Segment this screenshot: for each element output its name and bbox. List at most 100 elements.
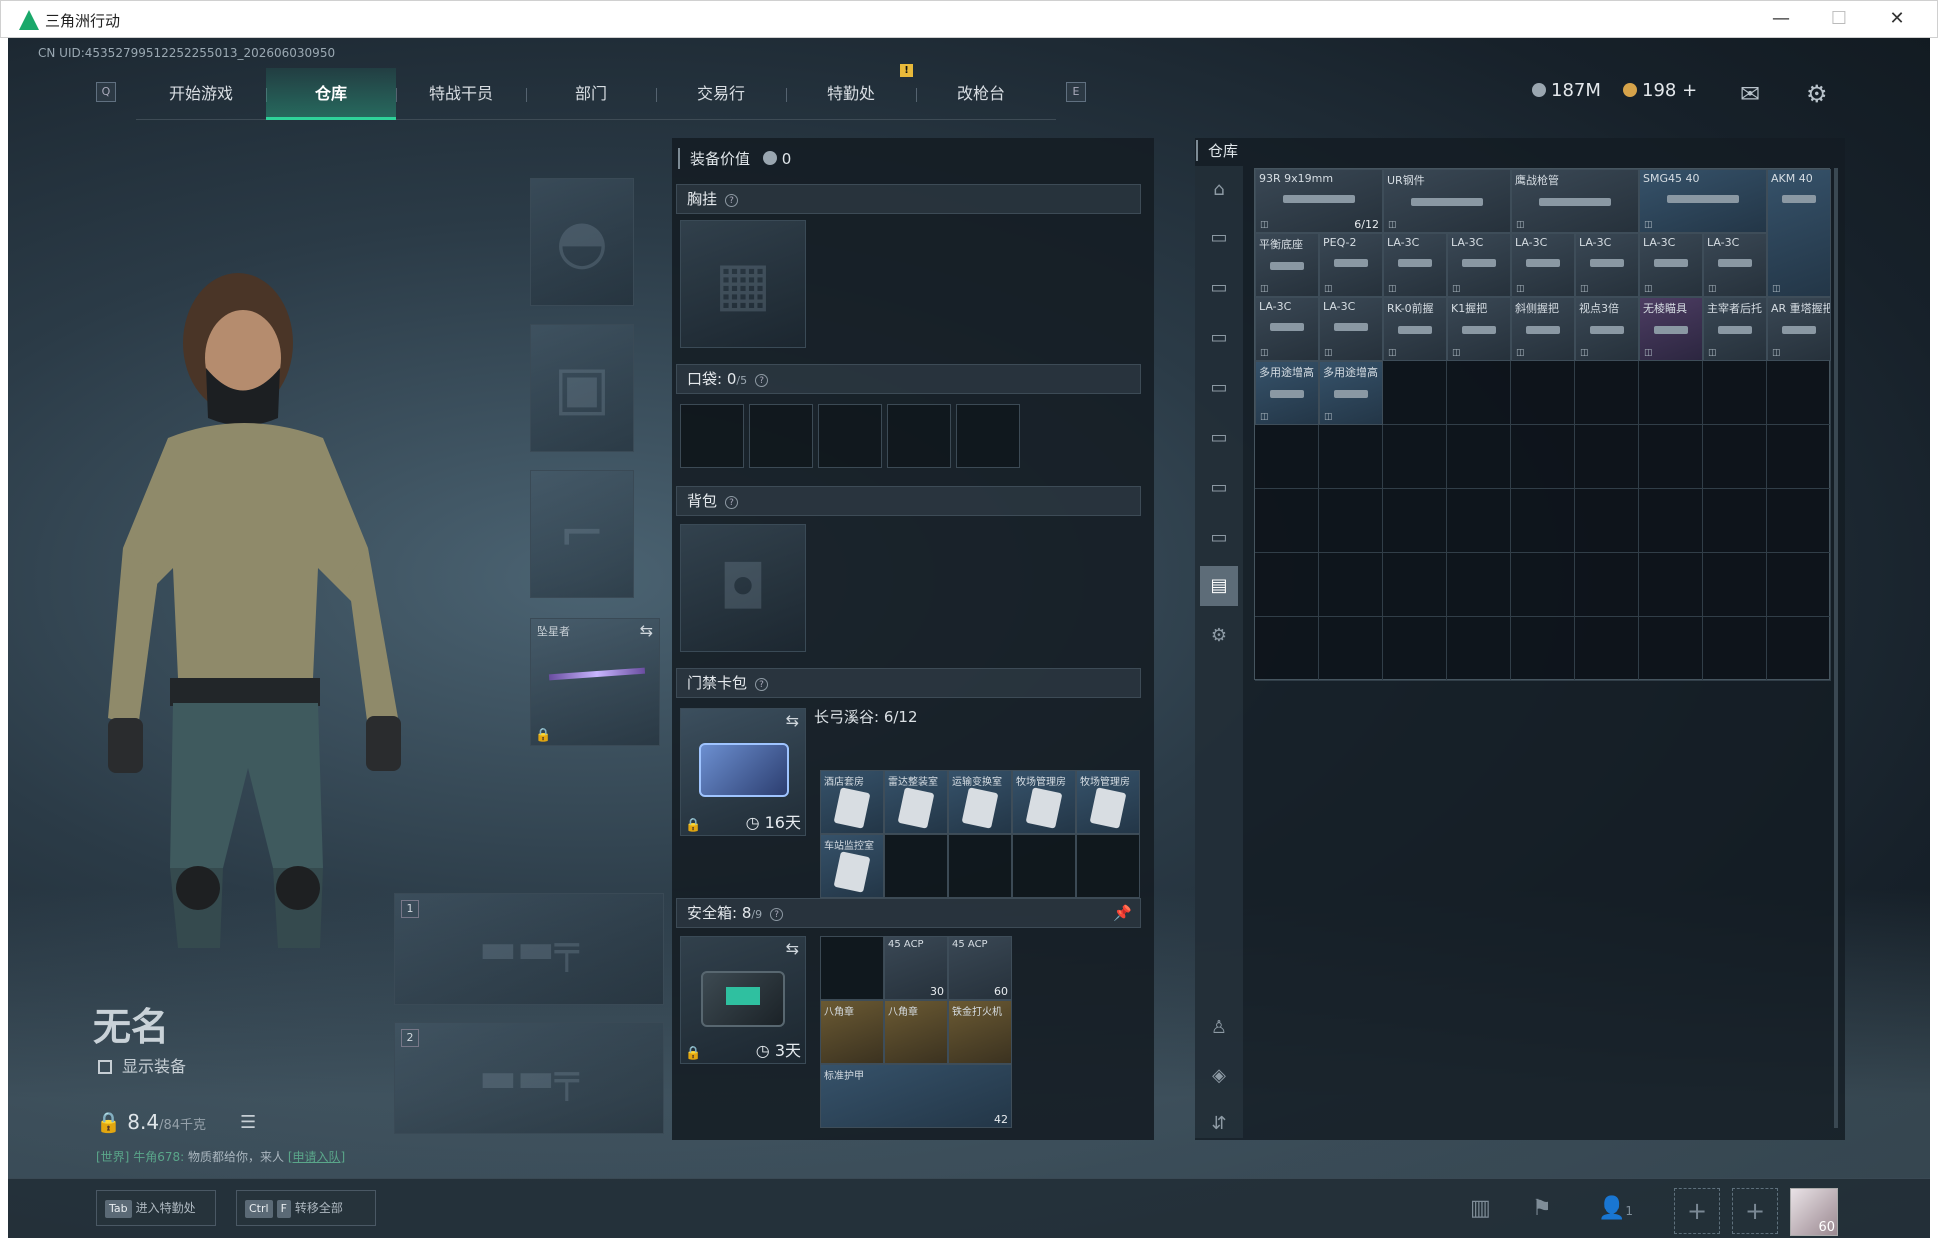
enter-special-ops-button[interactable]: Tab 进入特勤处 xyxy=(96,1190,216,1226)
minimize-button[interactable]: — xyxy=(1761,6,1801,32)
keycard-empty-slot[interactable] xyxy=(948,834,1012,898)
storage-category-ii-icon[interactable]: ▭ xyxy=(1200,368,1238,408)
storage-item[interactable]: LA-3C ◫ xyxy=(1319,297,1383,361)
storage-cell[interactable] xyxy=(1447,617,1511,681)
storage-cell[interactable] xyxy=(1511,361,1575,425)
storage-item[interactable]: SMG45 40 ◫ xyxy=(1639,169,1767,233)
chest-rig-slot[interactable]: ▦ xyxy=(680,220,806,348)
storage-item[interactable]: 视点3倍 ◫ xyxy=(1575,297,1639,361)
storage-cell[interactable] xyxy=(1383,489,1447,553)
storage-sort-icon[interactable]: ⇵ xyxy=(1200,1104,1238,1144)
storage-scrollbar[interactable] xyxy=(1834,168,1838,1128)
storage-cell[interactable] xyxy=(1319,617,1383,681)
storage-item[interactable]: LA-3C ◫ xyxy=(1383,233,1447,297)
storage-item[interactable]: LA-3C ◫ xyxy=(1639,233,1703,297)
storage-cell[interactable] xyxy=(1767,489,1831,553)
safebox-item[interactable]: 八角章 xyxy=(820,1000,884,1064)
keycard-item[interactable]: 雷达整装室 xyxy=(884,770,948,834)
safebox-item[interactable]: 八角章 xyxy=(884,1000,948,1064)
keycard-empty-slot[interactable] xyxy=(884,834,948,898)
checkbox[interactable] xyxy=(98,1060,112,1074)
storage-item[interactable]: K1握把 ◫ xyxy=(1447,297,1511,361)
keycard-item[interactable]: 牧场管理房 xyxy=(1012,770,1076,834)
squad-icon[interactable]: 👤1 xyxy=(1598,1196,1633,1221)
tab-department[interactable]: 部门 xyxy=(526,68,656,120)
storage-item[interactable]: 无棱瞄具 ◫ xyxy=(1639,297,1703,361)
help-icon[interactable]: ? xyxy=(725,496,739,509)
storage-item[interactable]: 平衡底座 ◫ xyxy=(1255,233,1319,297)
tab-warehouse[interactable]: 仓库 xyxy=(266,68,396,120)
safebox-item[interactable]: 45 ACP 30 xyxy=(884,936,948,1000)
storage-category-iv3-icon[interactable]: ▭ xyxy=(1200,468,1238,508)
invite-slot-button[interactable]: + xyxy=(1732,1188,1778,1234)
safebox-item[interactable]: 45 ACP 60 xyxy=(948,936,1012,1000)
storage-cell[interactable] xyxy=(1383,361,1447,425)
player-avatar[interactable]: 60 xyxy=(1790,1188,1838,1236)
safebox-item[interactable]: 标准护甲 42 xyxy=(820,1064,1012,1128)
storage-cell[interactable] xyxy=(1511,617,1575,681)
storage-item[interactable]: 多用途增高 ◫ xyxy=(1319,361,1383,425)
pocket-slot[interactable] xyxy=(818,404,882,468)
storage-cell[interactable] xyxy=(1319,553,1383,617)
storage-cell[interactable] xyxy=(1703,361,1767,425)
storage-item[interactable]: LA-3C ◫ xyxy=(1511,233,1575,297)
storage-cell[interactable] xyxy=(1319,425,1383,489)
add-gold-button[interactable]: + xyxy=(1682,80,1697,101)
pocket-slot[interactable] xyxy=(680,404,744,468)
transfer-all-button[interactable]: Ctrl F 转移全部 xyxy=(236,1190,376,1226)
storage-operator-icon[interactable]: ♙ xyxy=(1200,1008,1238,1048)
storage-category-iii-icon[interactable]: ▭ xyxy=(1200,418,1238,458)
armor-slot[interactable]: ▣ xyxy=(530,324,634,452)
settings-gear-icon[interactable]: ⚙ xyxy=(1806,80,1828,108)
storage-category-iv4-icon[interactable]: ▭ xyxy=(1200,518,1238,558)
flag-icon[interactable]: ⚑ xyxy=(1532,1196,1552,1221)
show-equipment-toggle[interactable]: 显示装备 xyxy=(98,1053,186,1077)
invite-slot-button[interactable]: + xyxy=(1674,1188,1720,1234)
storage-category-attachments-icon[interactable]: ▤ xyxy=(1200,566,1238,606)
storage-cell[interactable] xyxy=(1575,489,1639,553)
storage-cell[interactable] xyxy=(1511,489,1575,553)
help-icon[interactable]: ? xyxy=(770,908,784,921)
storage-cell[interactable] xyxy=(1703,425,1767,489)
storage-cell[interactable] xyxy=(1703,617,1767,681)
close-button[interactable]: ✕ xyxy=(1877,6,1917,32)
storage-item[interactable]: LA-3C ◫ xyxy=(1255,297,1319,361)
storage-category-iv2-icon[interactable]: ▭ xyxy=(1200,318,1238,358)
storage-cell[interactable] xyxy=(1575,425,1639,489)
storage-cell[interactable] xyxy=(1639,489,1703,553)
storage-cell[interactable] xyxy=(1639,553,1703,617)
storage-item[interactable]: AR 重塔握把 ◫ xyxy=(1767,297,1831,361)
storage-category-all-icon[interactable]: ⌂ xyxy=(1200,170,1238,210)
help-icon[interactable]: ? xyxy=(755,374,769,387)
storage-layers-icon[interactable]: ◈ xyxy=(1200,1056,1238,1096)
helmet-slot[interactable]: ◓ xyxy=(530,178,634,306)
storage-cell[interactable] xyxy=(1255,489,1319,553)
pocket-slot[interactable] xyxy=(956,404,1020,468)
nav-next-key[interactable]: E xyxy=(1066,82,1086,102)
storage-item[interactable]: 多用途增高 ◫ xyxy=(1255,361,1319,425)
pocket-slot[interactable] xyxy=(749,404,813,468)
storage-cell[interactable] xyxy=(1767,361,1831,425)
keycard-item[interactable]: 运输变换室 xyxy=(948,770,1012,834)
swap-icon[interactable]: ⇆ xyxy=(786,711,799,730)
chat-user[interactable]: 牛角678: xyxy=(133,1150,184,1164)
safebox-slot[interactable]: ⇆ 🔒 ◷ 3天 xyxy=(680,936,806,1064)
storage-cell[interactable] xyxy=(1511,425,1575,489)
storage-cell[interactable] xyxy=(1575,361,1639,425)
storage-cell[interactable] xyxy=(1383,425,1447,489)
storage-cell[interactable] xyxy=(1511,553,1575,617)
storage-cell[interactable] xyxy=(1383,553,1447,617)
storage-item[interactable]: 93R 9x19mm 6/12 ◫ xyxy=(1255,169,1383,233)
storage-cell[interactable] xyxy=(1703,489,1767,553)
storage-cell[interactable] xyxy=(1767,425,1831,489)
storage-cell[interactable] xyxy=(1255,553,1319,617)
storage-item[interactable]: LA-3C ◫ xyxy=(1703,233,1767,297)
storage-cell[interactable] xyxy=(1575,553,1639,617)
maximize-button[interactable]: ☐ xyxy=(1819,6,1859,32)
keycard-item[interactable]: 牧场管理房 xyxy=(1076,770,1140,834)
storage-cell[interactable] xyxy=(1767,553,1831,617)
keycard-empty-slot[interactable] xyxy=(1012,834,1076,898)
storage-cell[interactable] xyxy=(1639,361,1703,425)
storage-item[interactable]: 鹰战枪管 ◫ xyxy=(1511,169,1639,233)
storage-cell[interactable] xyxy=(1767,617,1831,681)
